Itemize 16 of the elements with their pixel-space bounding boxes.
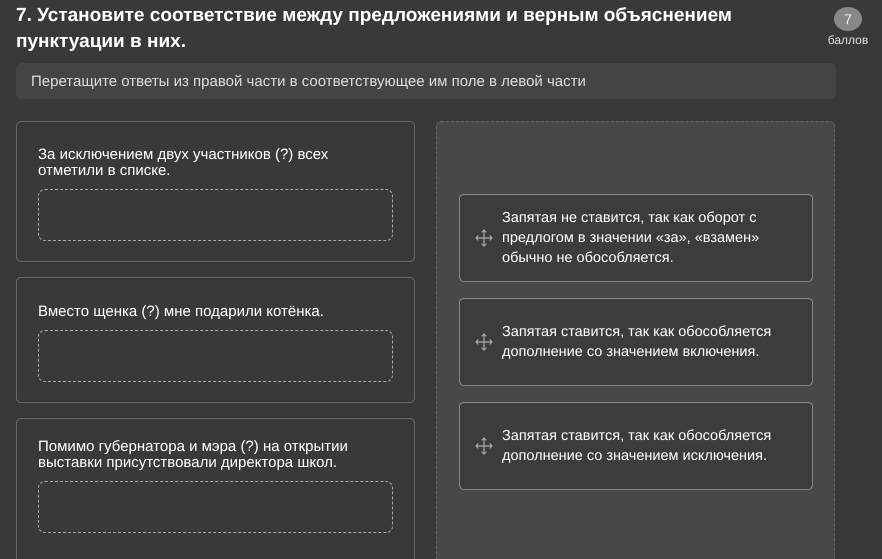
answer-card[interactable]: Запятая не ставится, так как оборот с предлогом в значении «за», «взамен» обычно не обособляется. — [459, 194, 813, 282]
sentence-text: Вместо щенка (?) мне подарили котёнка. — [38, 304, 325, 320]
points-badge: 7 — [834, 7, 862, 31]
sentence-text: За исключением двух участников (?) всех отметили в списке. — [38, 147, 330, 179]
drop-zone[interactable] — [38, 481, 393, 533]
instruction-banner: Перетащите ответы из правой части в соответствующее им поле в левой части — [16, 63, 836, 99]
drop-zone[interactable] — [38, 189, 393, 241]
question-title: 7. Установите соответствие между предложениями и верным объяснением пунктуации в них. — [16, 4, 733, 54]
sentence-text: Помимо губернатора и мэра (?) на открытии выставки присутствовали директора школ. — [38, 439, 349, 471]
move-icon — [474, 332, 494, 352]
move-icon — [474, 436, 494, 456]
drop-zone[interactable] — [38, 330, 393, 382]
move-icon — [474, 228, 494, 248]
points-label: баллов — [828, 33, 868, 47]
answer-card[interactable]: Запятая ставится, так как обособляется дополнение со значением исключения. — [459, 402, 813, 490]
answer-card[interactable]: Запятая ставится, так как обособляется дополнение со значением включения. — [459, 298, 813, 386]
